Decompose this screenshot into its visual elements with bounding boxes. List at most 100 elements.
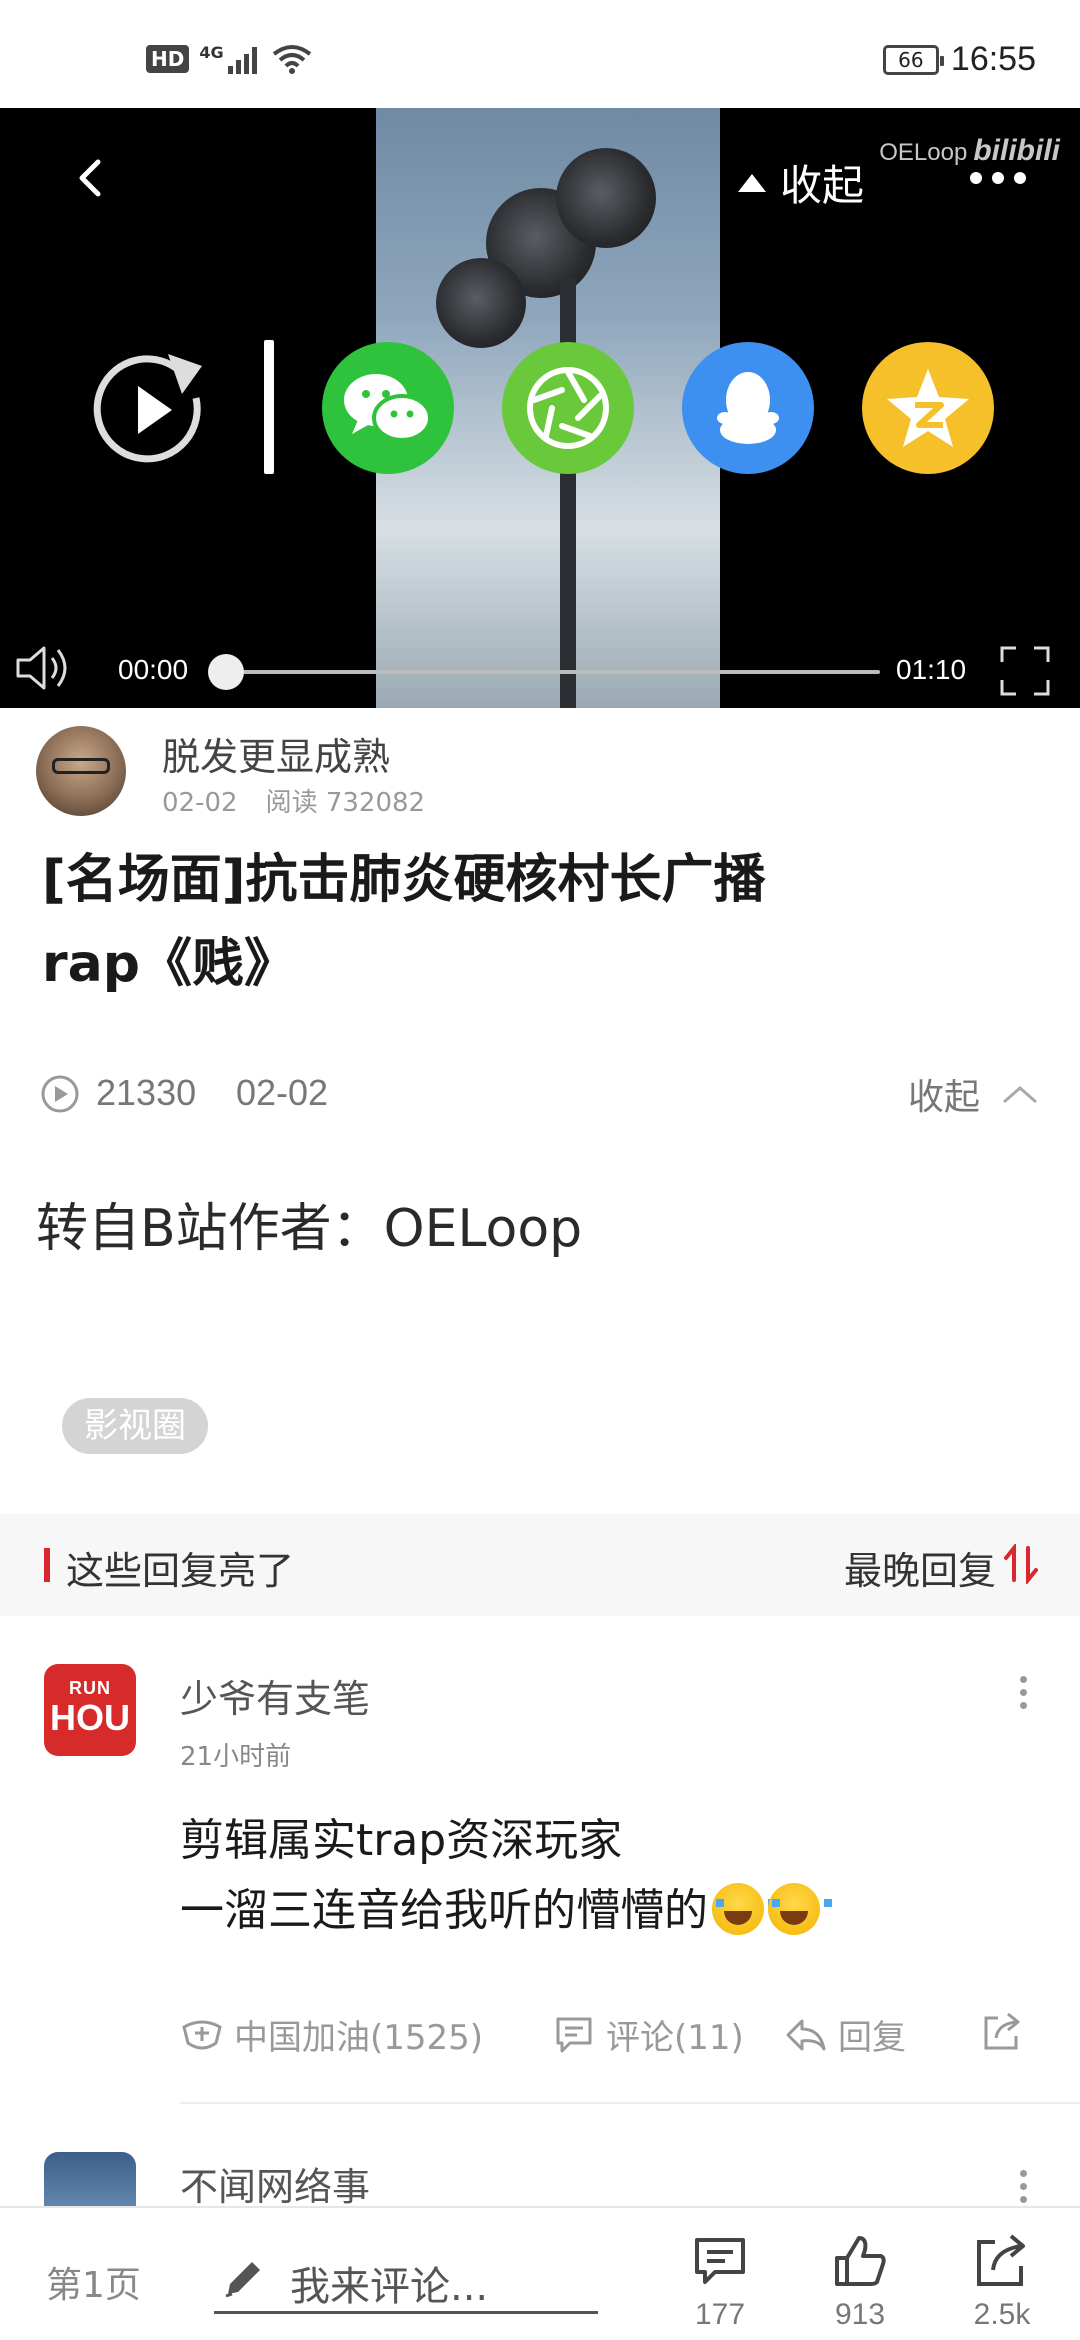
section-accent-bar — [44, 1548, 50, 1582]
video-player[interactable]: OELoop bilibili 收起 00:00 01:10 — [0, 108, 1080, 708]
reply-arrow-icon — [786, 2019, 826, 2050]
status-left: HD 4G — [146, 42, 312, 74]
progress-track[interactable] — [226, 670, 880, 674]
commenter-avatar[interactable]: RUN HOU — [44, 1664, 136, 1756]
post-title: [名场面]抗击肺炎硬核村长广播 rap《贱》 — [42, 838, 1042, 1006]
share-wechat-button[interactable] — [322, 342, 454, 474]
share-qzone-button[interactable] — [862, 342, 994, 474]
collapse-video-button[interactable]: 收起 — [738, 152, 864, 213]
share-qq-button[interactable] — [682, 342, 814, 474]
replies-count-label: 评论(11) — [606, 2018, 744, 2058]
post-description: 转自B站作者：OELoop — [36, 1199, 583, 1259]
comment-item: RUN HOU 少爷有支笔 21小时前 剪辑属实trap资深玩家 一溜三连音给我… — [0, 1616, 1080, 2106]
wechat-icon — [344, 374, 432, 442]
author-row[interactable]: 脱发更显成熟 02-02 阅读 732082 — [36, 726, 1046, 822]
bottom-bar: 第1页 我来评论... 177 913 2.5k — [0, 2206, 1080, 2340]
comment-count: 177 — [694, 2298, 746, 2331]
comment-bubble-icon — [556, 2017, 592, 2052]
video-watermark: OELoop bilibili — [879, 134, 1060, 168]
page-indicator[interactable]: 第1页 — [46, 2256, 141, 2308]
post-title-line1: [名场面]抗击肺炎硬核村长广播 — [42, 850, 766, 910]
watermark-brand: bilibili — [973, 134, 1060, 167]
support-icon — [182, 2020, 222, 2049]
reply-button[interactable]: 回复 — [784, 2010, 906, 2059]
signal-icon — [227, 47, 257, 74]
total-time: 01:10 — [896, 654, 967, 685]
post-title-line2: rap《贱》 — [42, 934, 296, 994]
fullscreen-icon[interactable] — [998, 644, 1052, 698]
laugh-cry-emoji-icon — [712, 1883, 776, 1935]
replies-header: 这些回复亮了 最晚回复 — [0, 1514, 1080, 1616]
qq-icon — [717, 372, 779, 444]
commenter-name[interactable]: 不闻网络事 — [180, 2156, 370, 2206]
video-stats: 21330 02-02 收起 — [40, 1066, 1040, 1122]
status-bar: HD 4G 66 16:55 — [0, 0, 1080, 108]
like-count: 913 — [834, 2298, 886, 2331]
replay-icon[interactable] — [84, 344, 216, 476]
view-replies-button[interactable]: 评论(11) — [552, 2010, 744, 2059]
qzone-star-icon — [887, 369, 969, 447]
status-time: 16:55 — [950, 40, 1036, 78]
battery-level: 66 — [898, 47, 924, 72]
comment-text-line2: 一溜三连音给我听的懵懵的 — [180, 1885, 708, 1936]
battery-icon: 66 — [882, 44, 944, 75]
watermark-channel: OELoop — [879, 139, 968, 166]
comments-button[interactable]: 177 — [670, 2230, 770, 2340]
share-button[interactable]: 2.5k — [952, 2230, 1052, 2340]
volume-icon[interactable] — [14, 638, 74, 698]
read-count: 阅读 732082 — [265, 788, 426, 818]
chevron-up-icon — [1003, 1086, 1037, 1104]
back-icon[interactable] — [70, 156, 114, 200]
play-date: 02-02 — [236, 1072, 329, 1113]
collapse-video-label: 收起 — [780, 161, 865, 210]
sort-icon[interactable] — [1004, 1544, 1038, 1584]
comment-item: 不闻网络事 — [0, 2140, 1080, 2206]
category-tag[interactable]: 影视圈 — [62, 1398, 208, 1454]
share-comment-button[interactable] — [980, 2010, 1024, 2054]
support-label: 中国加油(1525) — [234, 2018, 484, 2058]
up-triangle-icon — [738, 173, 766, 192]
replies-title: 这些回复亮了 — [66, 1549, 295, 1593]
share-moments-button[interactable] — [502, 342, 634, 474]
wifi-icon — [272, 45, 311, 74]
hd-badge: HD — [146, 45, 190, 73]
comment-time: 21小时前 — [180, 1742, 292, 1772]
sort-button[interactable]: 最晚回复 — [844, 1540, 996, 1595]
collapse-description-button[interactable]: 收起 — [908, 1068, 1040, 1120]
comment-input-placeholder: 我来评论... — [290, 2264, 489, 2310]
laugh-cry-emoji-icon — [768, 1883, 832, 1935]
video-controls: 00:00 01:10 — [0, 628, 1080, 708]
comment-text-line1: 剪辑属实trap资深玩家 — [180, 1815, 623, 1866]
comment-menu-icon[interactable] — [1020, 2170, 1030, 2203]
comment-input[interactable]: 我来评论... — [214, 2244, 598, 2314]
avatar-text-bottom: HOU — [50, 1697, 130, 1738]
share-count: 2.5k — [973, 2298, 1031, 2331]
pencil-icon — [225, 2262, 260, 2298]
avatar-text-top: RUN — [69, 1678, 111, 1698]
author-avatar[interactable] — [36, 726, 126, 816]
share-icon — [977, 2234, 1025, 2286]
moments-icon — [527, 367, 609, 449]
like-button[interactable]: 913 — [810, 2230, 910, 2340]
comment-text: 剪辑属实trap资深玩家 一溜三连音给我听的懵懵的 — [180, 1806, 832, 1946]
thumbs-up-icon — [835, 2236, 886, 2286]
comment-icon — [695, 2238, 745, 2284]
current-time: 00:00 — [118, 654, 189, 685]
play-count: 21330 — [96, 1072, 197, 1113]
progress-knob[interactable] — [208, 654, 244, 690]
share-icon — [984, 2012, 1020, 2050]
collapse-description-label: 收起 — [907, 1077, 980, 1118]
share-divider — [264, 340, 274, 474]
comment-divider — [180, 2102, 1080, 2104]
post-date: 02-02 — [162, 788, 238, 818]
commenter-name[interactable]: 少爷有支笔 — [180, 1668, 370, 1723]
comment-menu-icon[interactable] — [1020, 1676, 1030, 1709]
reply-label: 回复 — [838, 2018, 906, 2058]
commenter-avatar[interactable] — [44, 2152, 136, 2206]
support-button[interactable]: 中国加油(1525) — [180, 2010, 483, 2059]
status-right: 66 16:55 — [882, 40, 1036, 79]
author-meta: 02-02 阅读 732082 — [162, 782, 425, 819]
network-type: 4G — [199, 42, 224, 62]
more-options-icon[interactable] — [970, 172, 1026, 184]
author-name[interactable]: 脱发更显成熟 — [162, 726, 390, 781]
